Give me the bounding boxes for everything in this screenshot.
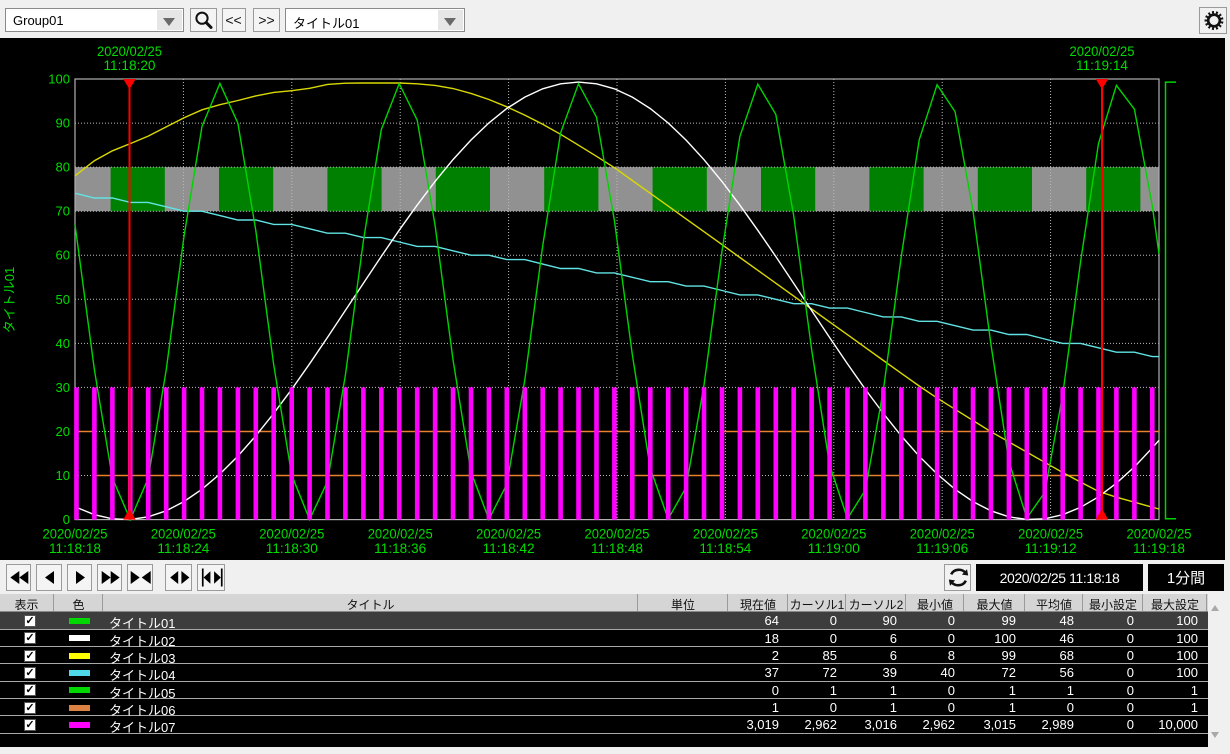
svg-text:2020/02/25: 2020/02/25 [1070,44,1135,59]
svg-text:80: 80 [56,160,70,175]
svg-text:11:19:06: 11:19:06 [916,541,968,556]
svg-text:90: 90 [56,116,70,131]
svg-text:2020/02/25: 2020/02/25 [801,527,866,542]
svg-text:0: 0 [63,512,70,527]
svg-text:11:18:48: 11:18:48 [591,541,643,556]
svg-text:70: 70 [56,204,70,219]
svg-text:30: 30 [56,380,70,395]
svg-text:50: 50 [56,292,70,307]
svg-text:2020/02/25: 2020/02/25 [693,527,758,542]
svg-text:11:19:14: 11:19:14 [1076,58,1128,73]
svg-text:100: 100 [48,72,70,87]
svg-text:11:18:36: 11:18:36 [374,541,426,556]
svg-text:20: 20 [56,424,70,439]
svg-text:10: 10 [56,468,70,483]
svg-text:2020/02/25: 2020/02/25 [585,527,650,542]
svg-text:2020/02/25: 2020/02/25 [368,527,433,542]
svg-text:11:19:12: 11:19:12 [1025,541,1077,556]
svg-text:60: 60 [56,248,70,263]
svg-text:11:19:18: 11:19:18 [1133,541,1185,556]
svg-text:2020/02/25: 2020/02/25 [1127,527,1192,542]
svg-text:40: 40 [56,336,70,351]
svg-text:11:18:42: 11:18:42 [483,541,535,556]
svg-text:11:18:30: 11:18:30 [266,541,318,556]
svg-text:11:18:20: 11:18:20 [104,58,156,73]
svg-text:2020/02/25: 2020/02/25 [476,527,541,542]
svg-text:2020/02/25: 2020/02/25 [910,527,975,542]
svg-text:2020/02/25: 2020/02/25 [43,527,108,542]
svg-text:2020/02/25: 2020/02/25 [259,527,324,542]
svg-text:2020/02/25: 2020/02/25 [151,527,216,542]
svg-text:11:18:54: 11:18:54 [699,541,751,556]
svg-text:11:19:00: 11:19:00 [808,541,860,556]
svg-text:2020/02/25: 2020/02/25 [97,44,162,59]
svg-text:11:18:18: 11:18:18 [49,541,101,556]
svg-text:11:18:24: 11:18:24 [157,541,209,556]
svg-text:タイトル01: タイトル01 [2,267,17,333]
svg-text:2020/02/25: 2020/02/25 [1018,527,1083,542]
